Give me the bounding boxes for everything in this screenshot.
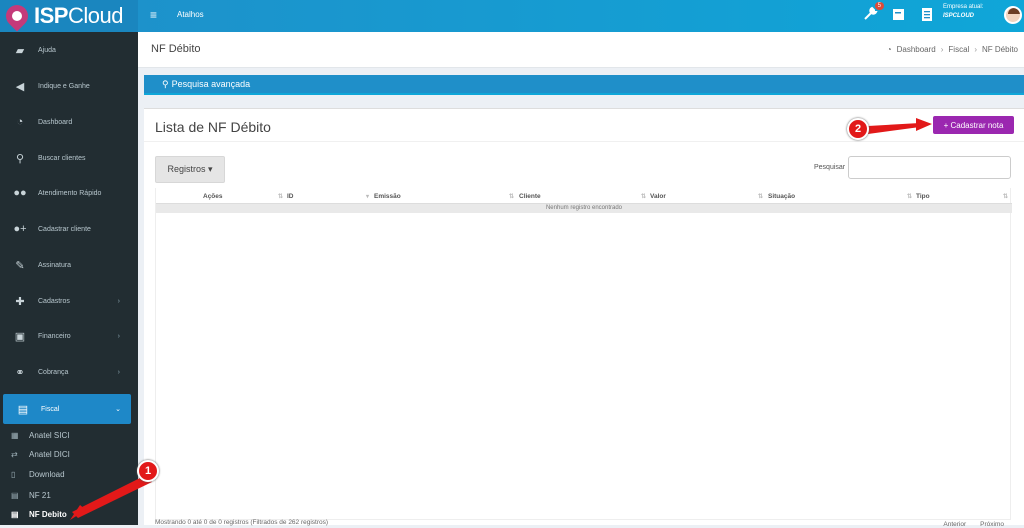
arrow-2-head: [916, 118, 932, 131]
arrow-2: [868, 123, 920, 134]
step-marker-1: 1: [137, 460, 159, 482]
arrow-1: [72, 476, 152, 518]
annotation-arrows: [70, 118, 932, 520]
step-marker-2: 2: [847, 118, 869, 140]
